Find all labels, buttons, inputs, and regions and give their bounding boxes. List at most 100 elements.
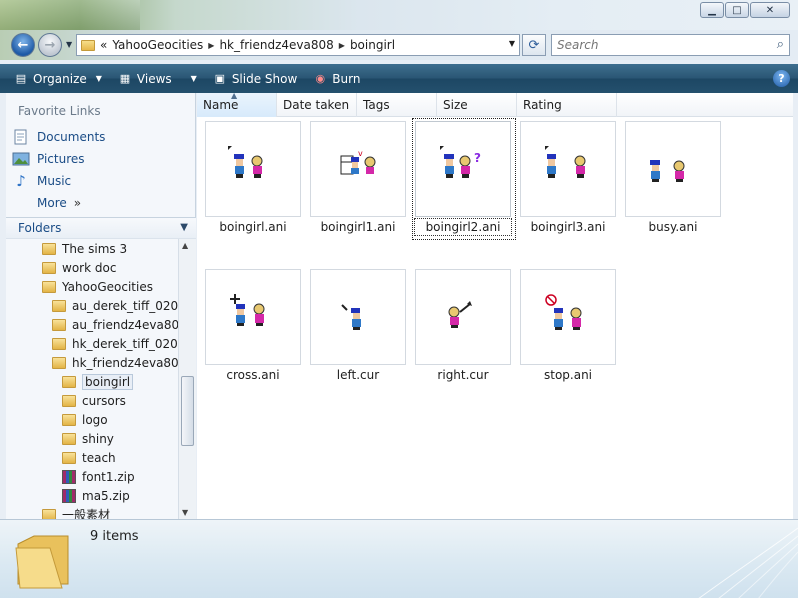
file-thumbnail: ? bbox=[415, 121, 511, 217]
more-label: More bbox=[37, 196, 67, 210]
search-input[interactable] bbox=[557, 38, 757, 52]
tree-item[interactable]: The sims 3 bbox=[6, 239, 178, 258]
help-button[interactable]: ? bbox=[773, 70, 790, 87]
back-button[interactable]: ← bbox=[11, 33, 35, 57]
organize-button[interactable]: ▤ Organize ▼ bbox=[0, 64, 110, 93]
file-tile[interactable]: busy.ani bbox=[625, 121, 721, 241]
column-label: Size bbox=[443, 98, 468, 112]
tree-item[interactable]: shiny bbox=[6, 429, 178, 448]
folders-title: Folders bbox=[18, 221, 62, 235]
address-bar[interactable]: « YahooGeocities ▶ hk_friendz4eva808 ▶ b… bbox=[76, 34, 520, 56]
file-thumbnail bbox=[520, 121, 616, 217]
tree-item-selected[interactable]: boingirl bbox=[6, 372, 178, 391]
tree-item[interactable]: logo bbox=[6, 410, 178, 429]
folders-header[interactable]: Folders ▼ bbox=[6, 217, 196, 239]
slideshow-button[interactable]: ▣ Slide Show bbox=[205, 64, 305, 93]
boy-girl-pair-icon bbox=[228, 146, 263, 178]
minimize-button[interactable]: ▁ bbox=[700, 2, 724, 18]
boy-girl-pair-icon bbox=[545, 146, 586, 178]
double-chevron-right-icon: » bbox=[73, 196, 82, 210]
scroll-down-icon[interactable]: ▼ bbox=[182, 508, 188, 517]
tree-item[interactable]: au_friendz4eva808 bbox=[6, 315, 178, 334]
folder-tree-scrollbar[interactable]: ▲ ▼ bbox=[178, 239, 196, 519]
scroll-thumb[interactable] bbox=[181, 376, 194, 446]
breadcrumb-item[interactable]: YahooGeocities bbox=[112, 38, 203, 52]
column-date-taken[interactable]: Date taken bbox=[277, 93, 357, 117]
tree-item[interactable]: font1.zip bbox=[6, 467, 178, 486]
tree-item[interactable]: hk_derek_tiff_0209 bbox=[6, 334, 178, 353]
file-name: boingirl.ani bbox=[219, 220, 287, 234]
file-thumbnail bbox=[205, 269, 301, 365]
search-icon[interactable]: ⌕ bbox=[777, 37, 784, 52]
file-thumbnail bbox=[625, 121, 721, 217]
favorite-documents[interactable]: Documents bbox=[12, 126, 105, 148]
tree-item[interactable]: 一般素材 bbox=[6, 505, 178, 519]
tree-item[interactable]: ma5.zip bbox=[6, 486, 178, 505]
column-name[interactable]: ▲ Name bbox=[197, 91, 277, 117]
breadcrumb-item[interactable]: boingirl bbox=[350, 38, 395, 52]
breadcrumb-item[interactable]: hk_friendz4eva808 bbox=[219, 38, 333, 52]
column-label: Tags bbox=[363, 98, 390, 112]
folder-icon bbox=[15, 535, 69, 589]
tree-item-label: 一般素材 bbox=[62, 508, 111, 519]
boy-girl-stop-icon bbox=[545, 294, 582, 330]
file-tile[interactable]: left.cur bbox=[310, 269, 406, 389]
file-tile[interactable]: boingirl.ani bbox=[205, 121, 301, 241]
refresh-button[interactable]: ⟳ bbox=[522, 34, 546, 56]
tree-item[interactable]: au_derek_tiff_0209 bbox=[6, 296, 178, 315]
burn-button[interactable]: ◉ Burn bbox=[305, 64, 368, 93]
close-button[interactable]: ✕ bbox=[750, 2, 790, 18]
chevron-down-icon: ▼ bbox=[190, 74, 197, 83]
file-tile[interactable]: cross.ani bbox=[205, 269, 301, 389]
file-name: right.cur bbox=[437, 368, 489, 382]
tree-item[interactable]: hk_friendz4eva808 bbox=[6, 353, 178, 372]
file-name: busy.ani bbox=[648, 220, 698, 234]
tree-item-label: hk_friendz4eva808 bbox=[72, 355, 178, 370]
breadcrumb-separator-icon[interactable]: ▶ bbox=[339, 41, 345, 50]
folder-icon bbox=[62, 451, 76, 464]
svg-text:?: ? bbox=[474, 151, 481, 165]
favorite-pictures[interactable]: Pictures bbox=[12, 148, 105, 170]
breadcrumb-separator-icon[interactable]: ▶ bbox=[208, 41, 214, 50]
tree-item-label: au_derek_tiff_0209 bbox=[72, 298, 178, 313]
file-tile[interactable]: right.cur bbox=[415, 269, 511, 389]
folder-icon bbox=[52, 299, 66, 312]
address-dropdown-icon[interactable]: ▼ bbox=[509, 39, 515, 48]
file-thumbnail bbox=[415, 269, 511, 365]
folder-icon bbox=[52, 318, 66, 331]
favorite-links-title: Favorite Links bbox=[18, 104, 101, 118]
tree-item[interactable]: YahooGeocities bbox=[6, 277, 178, 296]
favorite-links-list: Documents Pictures ♪ Music More » bbox=[12, 126, 105, 214]
address-row: ← → ▼ « YahooGeocities ▶ hk_friendz4eva8… bbox=[0, 30, 798, 60]
tree-item[interactable]: cursors bbox=[6, 391, 178, 410]
tree-item[interactable]: work doc bbox=[6, 258, 178, 277]
folder-icon bbox=[62, 394, 76, 407]
file-tile[interactable]: stop.ani bbox=[520, 269, 616, 389]
column-size[interactable]: Size bbox=[437, 93, 517, 117]
burn-disc-icon: ◉ bbox=[315, 72, 326, 85]
tree-item[interactable]: teach bbox=[6, 448, 178, 467]
winrar-archive-icon bbox=[62, 488, 76, 503]
favorite-more[interactable]: More » bbox=[12, 192, 105, 214]
burn-label: Burn bbox=[332, 71, 361, 86]
file-tile-selected[interactable]: ? boingirl2.ani bbox=[412, 118, 516, 241]
recent-pages-dropdown-icon[interactable]: ▼ bbox=[66, 40, 72, 49]
breadcrumb-overflow[interactable]: « bbox=[100, 38, 107, 52]
file-list-pane: ▲ Name Date taken Tags Size Rating boing… bbox=[197, 91, 793, 519]
file-tile[interactable]: v boingirl1.ani bbox=[310, 121, 406, 241]
forward-button[interactable]: → bbox=[38, 33, 62, 57]
arrow-right-icon: → bbox=[44, 37, 56, 53]
decorative-swoosh bbox=[698, 527, 798, 598]
column-tags[interactable]: Tags bbox=[357, 93, 437, 117]
tree-item-label: cursors bbox=[82, 393, 126, 408]
search-box[interactable]: ⌕ bbox=[551, 34, 790, 56]
column-rating[interactable]: Rating bbox=[517, 93, 617, 117]
file-tile[interactable]: boingirl3.ani bbox=[520, 121, 616, 241]
maximize-button[interactable]: □ bbox=[725, 2, 749, 18]
scroll-up-icon[interactable]: ▲ bbox=[182, 241, 188, 250]
views-button[interactable]: ▦ Views ▼ bbox=[110, 64, 205, 93]
chevron-down-icon: ▼ bbox=[95, 74, 102, 83]
favorite-music[interactable]: ♪ Music bbox=[12, 170, 105, 192]
slideshow-icon: ▣ bbox=[214, 72, 226, 85]
arrow-left-icon: ← bbox=[17, 37, 29, 53]
